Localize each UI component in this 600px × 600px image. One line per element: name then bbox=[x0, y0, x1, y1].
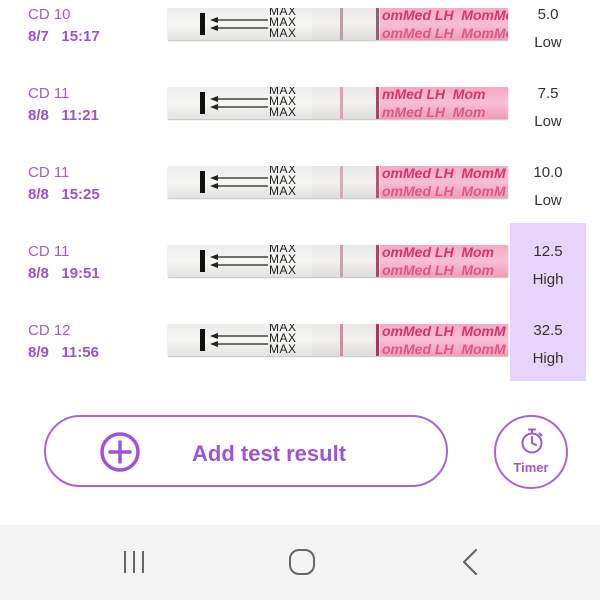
strip-control-line bbox=[340, 87, 343, 119]
lh-value: 12.5 bbox=[533, 243, 563, 260]
test-strip-image[interactable]: MAX MAX MAX mMed LH Mom mMed LH Mom bbox=[168, 87, 508, 119]
test-datetime: 8/9 11:56 bbox=[28, 344, 99, 361]
strip-max-text: MAX MAX MAX bbox=[269, 324, 297, 356]
strip-result-window bbox=[312, 87, 380, 119]
strip-control-line bbox=[340, 324, 343, 356]
lh-level: Low bbox=[534, 113, 562, 130]
strip-test-line bbox=[376, 8, 379, 40]
strip-control-line bbox=[340, 8, 343, 40]
lh-value-cell: 7.5 Low bbox=[510, 75, 586, 149]
lh-value-cell: 12.5 High bbox=[510, 223, 586, 302]
recent-apps-icon[interactable] bbox=[114, 547, 154, 577]
test-result-row[interactable]: CD 11 8/8 11:21 MAX MAX MAX mMed LH Mom mM… bbox=[0, 75, 600, 154]
strip-test-line bbox=[376, 87, 379, 119]
lh-test-results-screen: CD 10 8/7 15:17 MAX MAX MAX omMed LH MomMe… bbox=[0, 0, 600, 600]
strip-test-line bbox=[376, 245, 379, 277]
strip-brand-area: omMed LH MomM omMed LH MomM bbox=[380, 166, 508, 198]
strip-result-window bbox=[312, 324, 380, 356]
strip-bar-mark bbox=[200, 13, 205, 35]
test-datetime: 8/8 19:51 bbox=[28, 265, 100, 282]
strip-max-text: MAX MAX MAX bbox=[269, 166, 297, 198]
cycle-day-label: CD 11 bbox=[28, 243, 70, 260]
lh-value-cell: 10.0 Low bbox=[510, 154, 586, 228]
strip-test-line bbox=[376, 166, 379, 198]
lh-value-cell: 5.0 Low bbox=[510, 0, 586, 70]
test-result-row[interactable]: CD 10 8/7 15:17 MAX MAX MAX omMed LH MomMe… bbox=[0, 0, 600, 75]
plus-circle-icon bbox=[100, 432, 140, 472]
lh-level: Low bbox=[534, 192, 562, 209]
strip-brand-area: omMed LH MomM omMed LH MomM bbox=[380, 324, 508, 356]
lh-level: High bbox=[532, 350, 564, 367]
lh-value: 32.5 bbox=[533, 322, 563, 339]
lh-level: Low bbox=[534, 34, 562, 51]
lh-value-cell: 32.5 High bbox=[510, 302, 586, 381]
stopwatch-icon bbox=[521, 428, 543, 454]
lh-value: 10.0 bbox=[533, 164, 563, 181]
test-datetime: 8/8 11:21 bbox=[28, 107, 99, 124]
lh-value: 5.0 bbox=[537, 6, 559, 23]
cycle-day-label: CD 11 bbox=[28, 164, 70, 181]
strip-brand-area: mMed LH Mom mMed LH Mom bbox=[380, 87, 508, 119]
strip-max-text: MAX MAX MAX bbox=[269, 245, 297, 277]
strip-brand-area: omMed LH Mom omMed LH Mom bbox=[380, 245, 508, 277]
strip-result-window bbox=[312, 166, 380, 198]
strip-bar-mark bbox=[200, 250, 205, 272]
strip-arrows-icon bbox=[210, 17, 268, 31]
strip-control-line bbox=[340, 245, 343, 277]
cycle-day-label: CD 10 bbox=[28, 6, 71, 23]
home-icon[interactable] bbox=[282, 547, 322, 577]
strip-brand-area: omMed LH MomMed omMed LH MomMed bbox=[380, 8, 508, 40]
test-result-row[interactable]: CD 11 8/8 19:51 MAX MAX MAX omMed LH Mom o… bbox=[0, 223, 600, 312]
system-navigation-bar bbox=[0, 525, 600, 600]
strip-arrows-icon bbox=[210, 175, 268, 189]
strip-bar-mark bbox=[200, 92, 205, 114]
strip-arrows-icon bbox=[210, 333, 268, 347]
add-test-result-button[interactable]: Add test result bbox=[44, 415, 448, 487]
strip-result-window bbox=[312, 245, 380, 277]
strip-result-window bbox=[312, 8, 380, 40]
test-result-row[interactable]: CD 11 8/8 15:25 MAX MAX MAX omMed LH MomM … bbox=[0, 154, 600, 233]
test-strip-image[interactable]: MAX MAX MAX omMed LH MomM omMed LH MomM bbox=[168, 324, 508, 356]
lh-level: High bbox=[532, 271, 564, 288]
cycle-day-label: CD 11 bbox=[28, 85, 70, 102]
test-strip-image[interactable]: MAX MAX MAX omMed LH MomM omMed LH MomM bbox=[168, 166, 508, 198]
back-icon[interactable] bbox=[450, 547, 490, 577]
strip-test-line bbox=[376, 324, 379, 356]
strip-control-line bbox=[340, 166, 343, 198]
strip-arrows-icon bbox=[210, 254, 268, 268]
strip-bar-mark bbox=[200, 329, 205, 351]
test-strip-image[interactable]: MAX MAX MAX omMed LH Mom omMed LH Mom bbox=[168, 245, 508, 277]
cycle-day-label: CD 12 bbox=[28, 322, 71, 339]
timer-label: Timer bbox=[513, 460, 549, 475]
strip-max-text: MAX MAX MAX bbox=[269, 8, 297, 40]
add-test-result-label: Add test result bbox=[192, 441, 347, 466]
test-result-row[interactable]: CD 12 8/9 11:56 MAX MAX MAX omMed LH MomM … bbox=[0, 302, 600, 391]
strip-arrows-icon bbox=[210, 96, 268, 110]
strip-max-text: MAX MAX MAX bbox=[269, 87, 297, 119]
test-strip-image[interactable]: MAX MAX MAX omMed LH MomMed omMed LH MomMe… bbox=[168, 8, 508, 40]
timer-button[interactable]: Timer bbox=[494, 415, 568, 489]
test-datetime: 8/8 15:25 bbox=[28, 186, 100, 203]
test-datetime: 8/7 15:17 bbox=[28, 28, 100, 45]
strip-bar-mark bbox=[200, 171, 205, 193]
lh-value: 7.5 bbox=[537, 85, 559, 102]
